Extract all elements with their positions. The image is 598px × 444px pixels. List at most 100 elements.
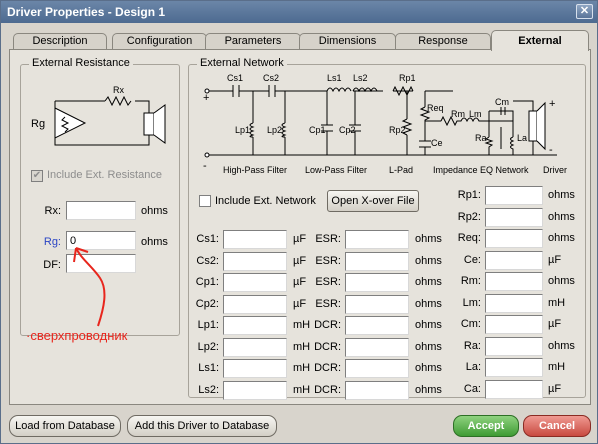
component-label: Cm: (460, 318, 481, 330)
la-diagram-label: La (517, 133, 527, 143)
driver-properties-window: Driver Properties - Design 1 ✕ Descripti… (0, 0, 598, 444)
lpf-label: Low-Pass Filter (305, 165, 367, 175)
component-label: Cs2: (196, 254, 219, 267)
component-value-input[interactable] (223, 294, 287, 314)
component-loss-unit: ohms (415, 254, 442, 267)
component-value-input[interactable] (223, 251, 287, 271)
component-value-input[interactable] (223, 273, 287, 292)
cancel-button[interactable]: Cancel (523, 415, 591, 437)
component-value-input[interactable] (485, 250, 543, 270)
component-unit: ohms (548, 189, 575, 201)
component-value-input[interactable] (485, 207, 543, 227)
close-icon[interactable]: ✕ (576, 4, 593, 19)
component-value-input[interactable] (485, 336, 543, 356)
amplifier-icon (54, 107, 87, 139)
component-value-input[interactable] (223, 230, 287, 249)
include-ext-resistance-checkbox[interactable]: ✔ (31, 170, 43, 182)
external-tab-panel: External Resistance Rx Rg ✔ Include Ext.… (9, 49, 591, 405)
component-loss-label: ESR: (315, 297, 341, 310)
tab-dimensions[interactable]: Dimensions (299, 33, 396, 50)
component-unit: µF (548, 318, 562, 330)
component-loss-input[interactable] (345, 230, 409, 249)
tab-response[interactable]: Response (395, 33, 491, 50)
cs1-diagram-label: Cs1 (227, 73, 243, 83)
component-value-input[interactable] (223, 337, 287, 357)
component-unit: ohms (548, 275, 575, 287)
window-title: Driver Properties - Design 1 (7, 5, 166, 19)
component-label: Rp1: (457, 189, 481, 201)
component-unit: µF (293, 233, 307, 245)
ls1-inductor-icon (326, 87, 352, 93)
impedance-eq-label: Impedance EQ Network (433, 165, 529, 175)
speaker-icon (143, 112, 155, 136)
component-label: Cp1: (195, 276, 219, 288)
tab-configuration[interactable]: Configuration (112, 33, 207, 50)
component-loss-input[interactable] (345, 251, 409, 271)
component-label: Lp1: (197, 319, 219, 331)
title-bar: Driver Properties - Design 1 ✕ (1, 1, 597, 23)
resistance-diagram: Rx Rg (31, 85, 166, 146)
load-from-database-button[interactable]: Load from Database (9, 415, 121, 437)
include-ext-network-checkbox[interactable] (199, 195, 211, 207)
accept-button[interactable]: Accept (453, 415, 519, 437)
component-value-input[interactable] (223, 359, 287, 378)
component-value-input[interactable] (485, 358, 543, 377)
component-value-input[interactable] (485, 293, 543, 313)
component-unit: µF (548, 253, 562, 266)
tab-external[interactable]: External (491, 30, 589, 51)
lm-diagram-label: Lm (469, 109, 482, 119)
rm-diagram-label: Rm (451, 109, 465, 119)
ls1-diagram-label: Ls1 (327, 73, 342, 83)
driver-speaker-icon (528, 110, 538, 142)
component-loss-input[interactable] (345, 337, 409, 357)
component-loss-input[interactable] (345, 294, 409, 314)
component-value-input[interactable] (485, 379, 543, 399)
input-plus-sign: + (203, 92, 209, 104)
df-label: DF: (43, 259, 61, 271)
network-schematic: Cs1 Cs2 Ls1 Ls2 Rp1 Lp1 Lp2 Cp1 Cp2 Rp2 … (203, 73, 567, 175)
component-value-input[interactable] (485, 315, 543, 334)
tab-parameters[interactable]: Parameters (205, 33, 301, 50)
component-loss-unit: ohms (415, 340, 442, 353)
component-value-input[interactable] (485, 186, 543, 205)
component-label: Rm: (460, 275, 481, 287)
component-loss-unit: ohms (415, 276, 442, 288)
component-label: Ce: (463, 253, 481, 266)
component-value-input[interactable] (485, 229, 543, 248)
component-label: Ls1: (198, 362, 219, 374)
rx-label: Rx: (44, 205, 62, 217)
rp1-diagram-label: Rp1 (399, 73, 416, 83)
rx-input[interactable] (66, 201, 136, 220)
component-unit: ohms (548, 232, 575, 244)
tab-description[interactable]: Description (13, 33, 107, 50)
rg-unit: ohms (141, 236, 168, 248)
component-label: Rp2: (457, 210, 481, 223)
component-label: Lm: (462, 296, 481, 309)
rx-diagram-label: Rx (113, 85, 124, 95)
component-loss-label: DCR: (314, 383, 341, 396)
cp1-diagram-label: Cp1 (309, 125, 326, 135)
minus-sign: - (549, 144, 553, 156)
component-loss-input[interactable] (345, 380, 409, 400)
cs2-diagram-label: Cs2 (263, 73, 279, 83)
open-xover-file-button[interactable]: Open X-over File (327, 190, 419, 212)
component-loss-unit: ohms (415, 297, 442, 310)
add-driver-to-database-button[interactable]: Add this Driver to Database (127, 415, 277, 437)
rg-diagram-label: Rg (31, 118, 45, 130)
component-loss-input[interactable] (345, 359, 409, 378)
component-value-input[interactable] (223, 380, 287, 400)
component-value-input[interactable] (223, 316, 287, 335)
component-unit: µF (293, 297, 307, 310)
component-unit: mH (293, 383, 311, 396)
component-loss-label: DCR: (314, 340, 341, 353)
cm-diagram-label: Cm (495, 97, 509, 107)
component-loss-input[interactable] (345, 273, 409, 292)
component-loss-unit: ohms (415, 233, 442, 245)
component-label: Ls2: (198, 383, 219, 396)
component-loss-input[interactable] (345, 316, 409, 335)
component-value-input[interactable] (485, 272, 543, 291)
include-ext-resistance-label: Include Ext. Resistance (47, 169, 162, 181)
component-label: Ca: (463, 382, 481, 395)
component-unit: ohms (548, 210, 575, 223)
component-label: Req: (457, 232, 481, 244)
